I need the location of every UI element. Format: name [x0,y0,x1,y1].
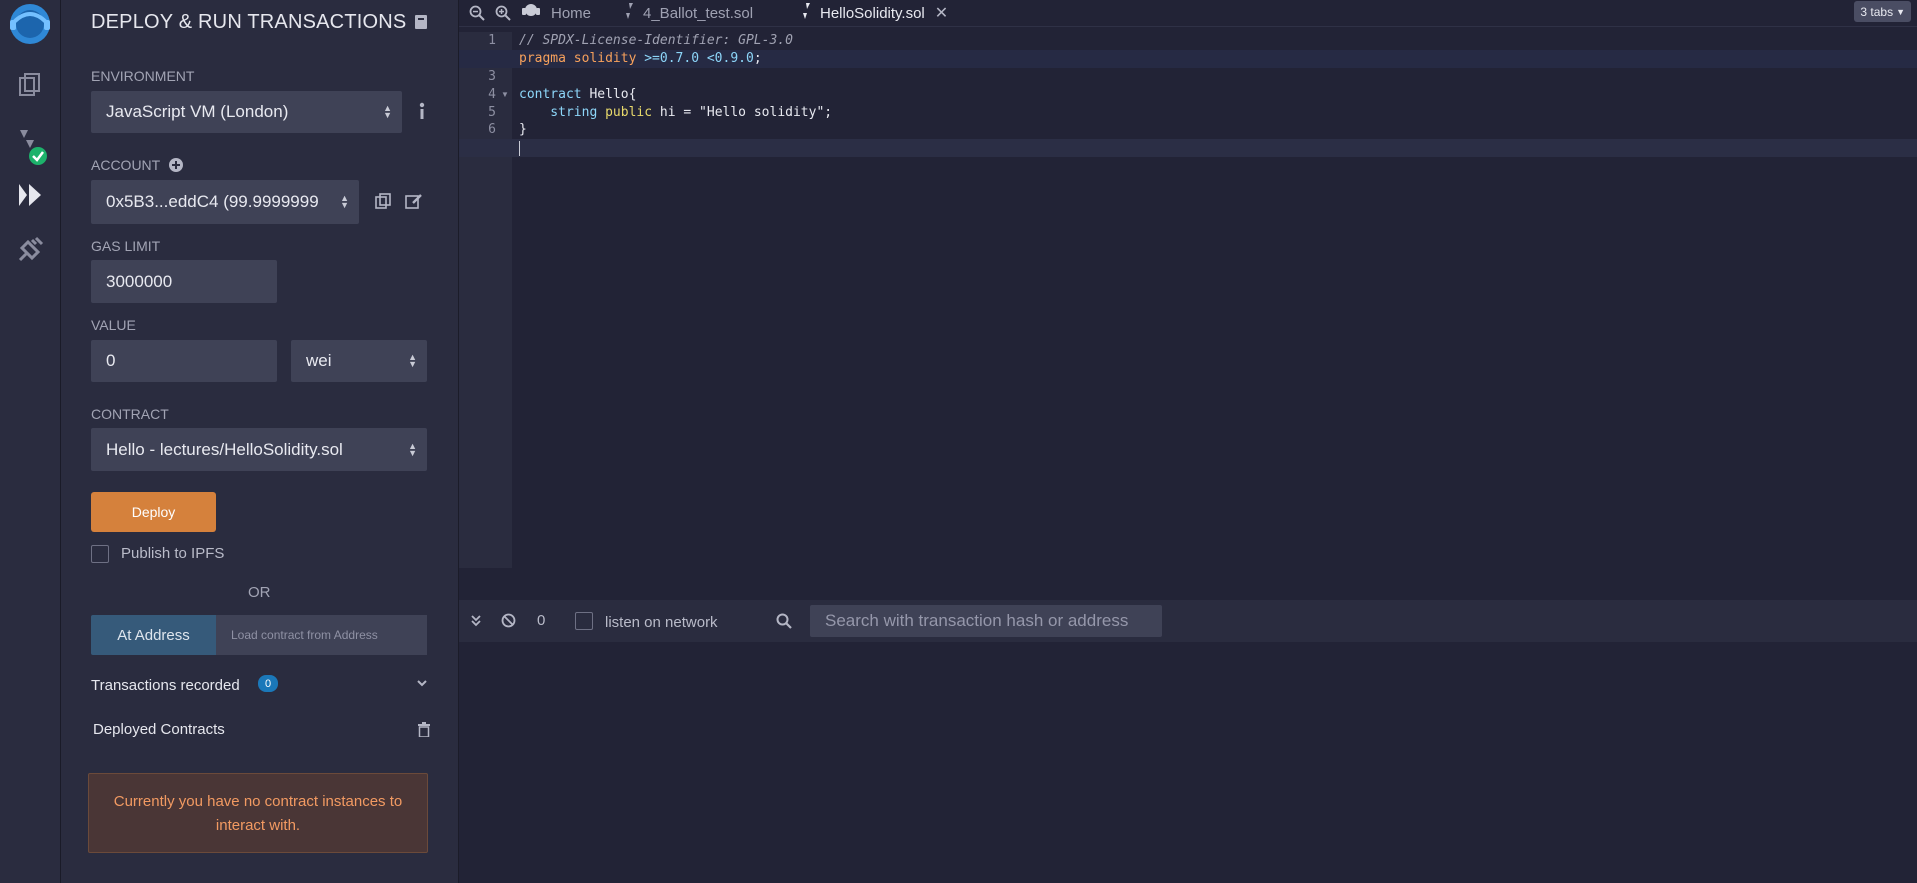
info-icon[interactable] [419,102,425,125]
terminal-bar: 0 listen on network Search with transact… [459,600,1917,642]
panel-title: DEPLOY & RUN TRANSACTIONS [91,11,407,33]
account-value: 0x5B3...eddC4 (99.9999999 [106,192,319,211]
var-assign: hi = [652,105,700,120]
environment-value: JavaScript VM (London) [106,102,289,121]
line-number: 4 [488,87,496,102]
tabs-count-label: 3 tabs [1860,4,1894,19]
tabs-count-dropdown[interactable]: 3 tabs ▼ [1854,1,1911,22]
tab-hellosolidity[interactable]: HelloSolidity.sol ✕ [802,0,948,26]
visibility-keyword: public [597,105,653,120]
solidity-compiler-icon[interactable] [0,126,60,166]
close-tab-icon[interactable]: ✕ [935,3,948,23]
code-line-2: pragma solidity >=0.7.0 <0.9.0; [519,51,762,66]
contract-label: CONTRACT [91,406,169,422]
transactions-recorded-label: Transactions recorded [91,677,240,694]
trash-icon[interactable] [418,722,430,742]
value-input[interactable]: 0 [91,340,277,382]
code-line-5: string public hi = "Hello solidity"; [519,105,832,120]
pending-tx-count: 0 [537,612,546,629]
select-arrows-icon: ▲ ▼ [340,193,349,210]
account-select[interactable]: 0x5B3...eddC4 (99.9999999 ▲ ▼ [91,180,359,224]
icon-sidebar [0,0,61,883]
no-instances-alert: Currently you have no contract instances… [88,773,428,853]
select-arrows-icon: ▲ ▼ [408,440,417,458]
contract-select[interactable]: Hello - lectures/HelloSolidity.sol ▲ ▼ [91,428,427,471]
deploy-button[interactable]: Deploy [91,492,216,532]
deploy-run-icon[interactable] [0,182,60,208]
clear-console-icon[interactable] [501,613,516,633]
value-label: VALUE [91,317,136,333]
line-number: 6 [488,122,496,137]
editor-gutter: 1 2 3 4 ▼ 5 6 7 [459,32,512,568]
publish-ipfs-checkbox[interactable] [91,545,109,563]
pragma-keyword: pragma solidity [519,51,637,66]
contract-keyword: contract [519,87,582,102]
gas-limit-label: GAS LIMIT [91,238,161,254]
home-icon [521,2,541,24]
code-line-6: } [519,122,527,137]
terminal-output [459,642,1917,883]
search-icon [776,613,792,634]
code-line-4: contract Hello{ [519,87,636,102]
docs-book-icon[interactable] [414,14,428,35]
version-range: >=0.7.0 <0.9.0 [636,51,754,66]
value-unit-select[interactable]: wei ▲ ▼ [291,340,427,382]
environment-select[interactable]: JavaScript VM (London) ▲ ▼ [91,91,402,133]
select-arrows-icon: ▲ ▼ [383,103,392,120]
gas-limit-input[interactable]: 3000000 [91,260,277,303]
tab-hellosolidity-label: HelloSolidity.sol [820,4,925,22]
string-literal: "Hello solidity" [699,105,825,120]
fold-arrow-icon[interactable]: ▼ [501,90,509,99]
add-account-icon[interactable] [168,157,184,178]
publish-ipfs-label: Publish to IPFS [121,545,225,562]
caret-down-icon: ▼ [1896,6,1905,17]
semicolon: ; [753,51,762,66]
tab-home-label: Home [551,4,592,22]
code-line-1: // SPDX-License-Identifier: GPL-3.0 [519,33,793,48]
deployed-contracts-label: Deployed Contracts [93,721,225,738]
contract-name: Hello{ [581,87,637,102]
terminal-search-input[interactable]: Search with transaction hash or address [810,605,1162,637]
gas-limit-value: 3000000 [106,271,173,291]
editor-tabs: Home 4_Ballot_test.sol HelloSolidity.sol… [459,0,1917,27]
listen-network-checkbox[interactable] [575,612,593,630]
tab-ballot[interactable]: 4_Ballot_test.sol [625,0,753,26]
text-cursor [519,141,520,156]
solidity-file-icon [802,3,811,23]
zoom-in-icon[interactable] [495,5,511,26]
zoom-out-icon[interactable] [469,5,485,26]
file-explorer-icon[interactable] [0,72,60,98]
solidity-file-icon [625,3,634,23]
or-label: OR [248,584,271,601]
contract-value: Hello - lectures/HelloSolidity.sol [106,439,343,459]
line-number: 3 [488,69,496,84]
environment-label: ENVIRONMENT [91,68,195,84]
copy-icon[interactable] [375,193,391,214]
line-number: 1 [488,33,496,48]
listen-network-label: listen on network [605,614,718,631]
edit-icon[interactable] [405,193,423,214]
cursor-line-highlight [459,139,1917,157]
at-address-button[interactable]: At Address [91,615,216,655]
type-keyword: string [519,105,598,120]
chevron-down-icon[interactable] [416,676,428,694]
tab-home[interactable]: Home [521,0,591,26]
semicolon: ; [824,105,833,120]
remix-logo-icon[interactable] [0,2,60,48]
select-arrows-icon: ▲ ▼ [408,352,417,369]
main-area: Home 4_Ballot_test.sol HelloSolidity.sol… [459,0,1917,883]
collapse-terminal-icon[interactable] [471,614,481,632]
tab-ballot-label: 4_Ballot_test.sol [643,4,754,22]
code-editor[interactable]: 1 2 3 4 ▼ 5 6 7 // SPDX-License-Identifi… [459,32,1917,568]
deploy-panel: DEPLOY & RUN TRANSACTIONS ENVIRONMENT Ja… [61,0,459,883]
line-number: 5 [488,105,496,120]
load-address-input[interactable]: Load contract from Address [216,615,427,655]
value-unit: wei [306,351,332,370]
account-label: ACCOUNT [91,157,161,173]
value-amount: 0 [106,351,116,370]
transactions-count-badge: 0 [258,675,278,692]
plugin-manager-icon[interactable] [0,236,60,264]
